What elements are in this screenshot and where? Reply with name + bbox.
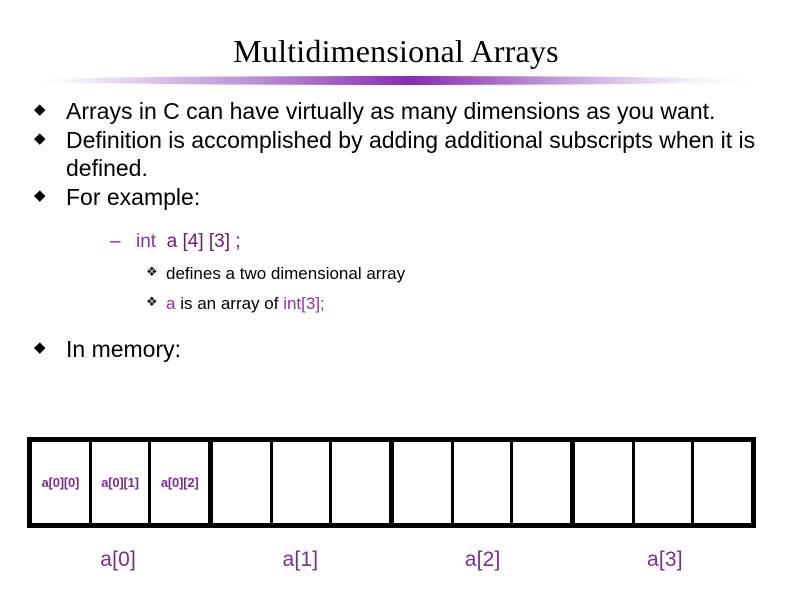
dash-bullet-icon: – (110, 231, 121, 253)
memory-cell: a[0][0] (32, 442, 89, 523)
memory-cell (631, 442, 692, 523)
bullet-item-3-text: For example: (66, 184, 201, 211)
memory-cell (394, 442, 451, 523)
diamond-bullet-icon: ◆ (34, 187, 46, 205)
slide-body: ◆ Arrays in C can have virtually as many… (28, 97, 768, 364)
sub-point-2-type: int[3]; (283, 294, 325, 314)
memory-cell (269, 442, 330, 523)
fancy-diamond-bullet-icon: ❖ (146, 294, 158, 310)
memory-group-a3 (570, 442, 752, 523)
memory-group-label-a2: a[2] (464, 548, 501, 571)
code-declaration-line: – int a [4] [3] ; (106, 230, 768, 254)
memory-group-label-a1: a[1] (282, 548, 319, 571)
memory-cell (213, 442, 270, 523)
bullet-item-1-text: Arrays in C can have virtually as many d… (66, 98, 716, 124)
memory-cell (691, 442, 752, 523)
memory-cell (575, 442, 632, 523)
memory-group-a0: a[0][0] a[0][1] a[0][2] (32, 442, 209, 523)
bullet-item-in-memory: ◆ In memory: (28, 335, 768, 363)
bullet-item-1: ◆ Arrays in C can have virtually as many… (28, 97, 768, 125)
bullet-item-2: ◆ Definition is accomplished by adding a… (28, 126, 768, 182)
sub-point-1-text: defines a two dimensional array (166, 263, 406, 283)
diamond-bullet-icon: ◆ (34, 338, 46, 356)
memory-group-label-a0: a[0] (100, 548, 137, 571)
fancy-diamond-bullet-icon: ❖ (146, 263, 158, 279)
memory-cell (510, 442, 571, 523)
memory-cell (450, 442, 511, 523)
memory-cell (329, 442, 390, 523)
diamond-bullet-icon: ◆ (34, 101, 46, 118)
diamond-bullet-icon: ◆ (34, 130, 46, 148)
title-underline-gradient (28, 76, 764, 85)
memory-cell: a[0][1] (88, 442, 149, 523)
sub-point-2: ❖ a is an array of int[3]; (146, 293, 768, 314)
memory-group-label-a3: a[3] (646, 548, 683, 571)
sub-point-1: ❖ defines a two dimensional array (146, 263, 768, 284)
memory-cell: a[0][2] (148, 442, 209, 523)
memory-group-labels: a[0] a[1] a[2] a[3] (27, 548, 756, 572)
bullet-item-2-text: Definition is accomplished by adding add… (66, 127, 756, 182)
bullet-item-in-memory-text: In memory: (66, 335, 182, 362)
memory-group-a1 (208, 442, 390, 523)
memory-diagram: a[0][0] a[0][1] a[0][2] (27, 437, 756, 528)
page-title: Multidimensional Arrays (233, 33, 559, 69)
memory-grid: a[0][0] a[0][1] a[0][2] (27, 437, 756, 528)
memory-group-a2 (389, 442, 571, 523)
code-expression: a [4] [3] ; (166, 231, 241, 253)
code-keyword: int (136, 231, 157, 253)
sub-point-2-text: is an array of (175, 294, 284, 314)
bullet-item-3: ◆ For example: (28, 183, 768, 211)
